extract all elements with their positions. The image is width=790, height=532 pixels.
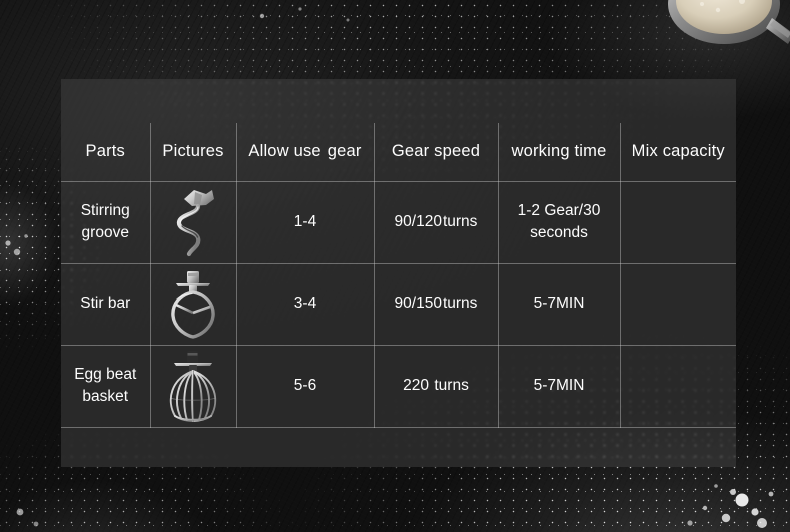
part-name-line1: Stir bar (80, 294, 131, 312)
part-name-line2: groove (81, 224, 129, 241)
working-time-line2: seconds (530, 224, 588, 241)
cell-part-name: Stir bar (61, 262, 151, 346)
header-working-time: working time (497, 123, 621, 182)
cell-picture (149, 262, 237, 346)
gear-speed-value: 90/120 (394, 212, 442, 230)
table-row: Egg beat basket 5-6 220 turns 5-7MIN (61, 344, 736, 428)
gear-speed-unit: turns (434, 376, 469, 394)
cell-mix-capacity (619, 180, 736, 264)
cell-picture (149, 180, 237, 264)
header-gear-speed: Gear speed (373, 123, 499, 182)
cell-gear-speed: 90/120turns (373, 180, 499, 264)
cell-working-time: 5-7MIN (497, 262, 621, 346)
part-name-line1: Stirring (80, 201, 130, 219)
cell-working-time: 1-2 Gear/30 seconds (497, 180, 621, 264)
header-allow-use-gear: Allow use gear (235, 123, 375, 182)
header-row: Parts Pictures Allow use gear Gear speed … (61, 123, 736, 182)
header-pictures: Pictures (149, 123, 237, 182)
table-row: Stirring groove 1-4 90/120turns 1-2 Gear… (61, 180, 736, 264)
cell-picture (149, 344, 237, 428)
wire-whisk-icon (169, 351, 217, 422)
cell-gear-speed: 220 turns (373, 344, 499, 428)
cell-allow-use-gear: 3-4 (235, 262, 375, 346)
dough-hook-icon (176, 190, 214, 257)
screenshot-scene: Parts Pictures Allow use gear Gear speed … (0, 0, 790, 532)
header-parts: Parts (61, 123, 151, 182)
header-mix-capacity: Mix capacity (619, 123, 736, 182)
table-body: Stirring groove 1-4 90/120turns 1-2 Gear… (61, 180, 736, 428)
cell-part-name: Stirring groove (61, 180, 151, 264)
cell-allow-use-gear: 5-6 (235, 344, 375, 428)
part-name-line1: Egg beat (74, 365, 137, 383)
spec-table-panel: Parts Pictures Allow use gear Gear speed … (61, 79, 736, 467)
gear-speed-value: 220 (403, 376, 430, 394)
cell-allow-use-gear: 1-4 (235, 180, 375, 264)
header-allow-use-gear-part1: Allow use (248, 141, 321, 160)
cell-mix-capacity (619, 262, 736, 346)
table-row: Stir bar 3-4 90/150turns 5-7MIN (61, 262, 736, 346)
cell-part-name: Egg beat basket (61, 344, 151, 428)
working-time-line1: 5-7MIN (533, 376, 585, 394)
mixer-attachment-spec-table: Parts Pictures Allow use gear Gear speed … (61, 123, 736, 428)
cell-working-time: 5-7MIN (497, 344, 621, 428)
gear-speed-unit: turns (442, 212, 478, 230)
flat-beater-icon (171, 271, 215, 339)
part-name-line2: basket (82, 388, 129, 405)
gear-speed-value: 90/150 (394, 294, 442, 312)
bowl-icon (654, 0, 790, 66)
cell-gear-speed: 90/150turns (373, 262, 499, 346)
header-allow-use-gear-part2: gear (327, 141, 362, 160)
working-time-line1: 5-7MIN (533, 294, 585, 312)
working-time-line1: 1-2 Gear/30 (517, 201, 601, 219)
gear-speed-unit: turns (442, 294, 478, 312)
table-header: Parts Pictures Allow use gear Gear speed … (61, 123, 736, 182)
cell-mix-capacity (619, 344, 736, 428)
